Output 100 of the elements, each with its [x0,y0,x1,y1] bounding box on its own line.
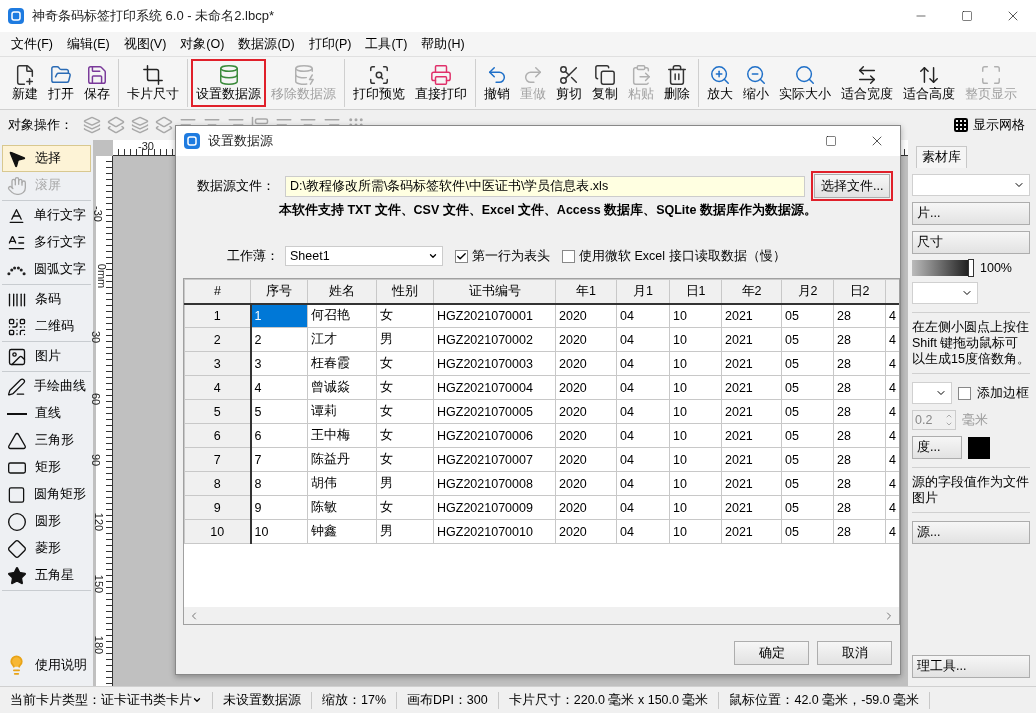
panel-button[interactable]: 片... [912,202,1030,225]
help-button[interactable]: 使用说明 [2,648,91,682]
sheet-label: 工作薄： [227,247,279,265]
file-path-field[interactable]: D:\教程修改所需\条码标签软件\中医证书\学员信息表.xls [285,175,805,197]
column-header[interactable]: 月1 [616,279,670,304]
vertical-arrows-icon [918,64,940,86]
tool-item[interactable]: 图片 [2,343,91,370]
tool-item[interactable]: 五角星 [2,562,91,589]
menu-item[interactable]: 视图(V) [116,35,174,53]
panel-button[interactable]: 理工具... [912,655,1030,678]
menu-item[interactable]: 帮助(H) [414,35,472,53]
menu-item[interactable]: 工具(T) [358,35,415,53]
row-header[interactable]: 7 [184,447,251,472]
image-icon [7,346,27,367]
toolbar-button[interactable]: 打印预览 [348,59,410,107]
checkbox-label: 第一行为表头 [472,247,550,265]
tool-item[interactable]: 手绘曲线 [2,373,91,400]
toolbar-button[interactable]: 保存 [79,59,115,107]
tool-item[interactable]: 矩形 [2,454,91,481]
menu-item[interactable]: 打印(P) [301,35,359,53]
tool-item[interactable]: 圆形 [2,508,91,535]
layers-icon[interactable] [155,116,173,134]
row-header[interactable]: 5 [184,399,251,424]
row-header[interactable]: 1 [184,303,251,328]
column-header[interactable]: 日2 [833,279,886,304]
dialog-button[interactable]: 取消 [817,641,892,665]
horizontal-scrollbar[interactable] [184,607,899,624]
toolbar-button[interactable]: 删除 [659,59,695,107]
card-type-dropdown[interactable]: 当前卡片类型：证卡证书类卡片 [0,691,213,709]
dropdown[interactable] [912,382,952,404]
tool-item[interactable]: 菱形 [2,535,91,562]
toolbar-button[interactable]: 设置数据源 [191,59,266,107]
toolbar-button[interactable]: 新建 [7,59,43,107]
tool-item[interactable]: 三角形 [2,427,91,454]
crop-icon [142,64,164,86]
tool-item[interactable]: 选择 [2,145,91,172]
status-text: 画布DPI：300 [397,691,499,709]
printer-icon [430,64,452,86]
dropdown[interactable] [912,282,978,304]
column-header[interactable]: 日1 [669,279,722,304]
show-grid-button[interactable]: 显示网格 [946,112,1032,138]
column-header[interactable]: 月2 [781,279,834,304]
panel-button[interactable]: 源... [912,521,1030,544]
toolbar-button[interactable]: 实际大小 [774,59,836,107]
material-tab[interactable]: 素材库 [916,146,967,168]
tool-item[interactable]: 二维码 [2,313,91,340]
column-header[interactable]: # [184,279,251,304]
column-header[interactable]: 序号 [250,279,308,304]
toolbar-button[interactable]: 复制 [587,59,623,107]
toolbar-button[interactable]: 直接打印 [410,59,472,107]
sheet-dropdown[interactable]: Sheet1 [285,246,443,266]
row-header[interactable]: 2 [184,327,251,352]
choose-file-button[interactable]: 选择文件... [814,174,891,198]
toolbar-button[interactable]: 适合高度 [898,59,960,107]
menu-item[interactable]: 文件(F) [4,35,60,53]
check-icon [456,250,467,262]
toolbar-button[interactable]: 撤销 [479,59,515,107]
color-swatch[interactable] [968,436,990,459]
column-header[interactable]: 年2 [721,279,782,304]
tool-item[interactable]: 直线 [2,400,91,427]
panel-button[interactable]: 度... [912,436,962,459]
row-header[interactable]: 6 [184,423,251,448]
menu-item[interactable]: 对象(O) [173,35,232,53]
toolbar-button[interactable]: 缩小 [738,59,774,107]
column-header[interactable]: 证书编号 [433,279,556,304]
toolbar-button[interactable]: 放大 [702,59,738,107]
column-header[interactable]: 姓名 [307,279,377,304]
zoom-in-icon [709,64,731,86]
toolbar-button[interactable]: 剪切 [551,59,587,107]
dropdown[interactable] [912,174,1030,196]
tool-item[interactable]: 单行文字 [2,202,91,229]
column-header[interactable]: 性别 [376,279,434,304]
checkbox[interactable] [455,249,468,263]
layers-icon[interactable] [83,116,101,134]
toolbar-button[interactable]: 卡片尺寸 [122,59,184,107]
slider-thumb[interactable] [968,259,974,277]
menu-item[interactable]: 编辑(E) [59,35,117,53]
opacity-slider[interactable] [912,260,974,276]
tool-item[interactable]: 圆角矩形 [2,481,91,508]
row-header[interactable]: 9 [184,495,251,520]
tool-item[interactable]: 圆弧文字 [2,256,91,283]
tool-item[interactable]: 条码 [2,286,91,313]
toolbar-button[interactable]: 适合宽度 [836,59,898,107]
row-header[interactable]: 10 [184,519,251,544]
menu-item[interactable]: 数据源(D) [231,35,302,53]
row-header[interactable]: 8 [184,471,251,496]
toolbar-button[interactable]: 打开 [43,59,79,107]
layers-icon[interactable] [131,116,149,134]
ruler-number: 0mm [96,263,109,288]
tool-item[interactable]: 多行文字 [2,229,91,256]
row-header[interactable]: 4 [184,375,251,400]
grid-icon [953,117,969,133]
row-header[interactable]: 3 [184,351,251,376]
layers-icon[interactable] [107,116,125,134]
ruler-number: 60 [90,392,103,405]
checkbox[interactable] [958,386,971,400]
checkbox[interactable] [562,249,575,263]
panel-button[interactable]: 尺寸 [912,231,1030,254]
dialog-button[interactable]: 确定 [734,641,809,665]
column-header[interactable]: 年1 [555,279,617,304]
